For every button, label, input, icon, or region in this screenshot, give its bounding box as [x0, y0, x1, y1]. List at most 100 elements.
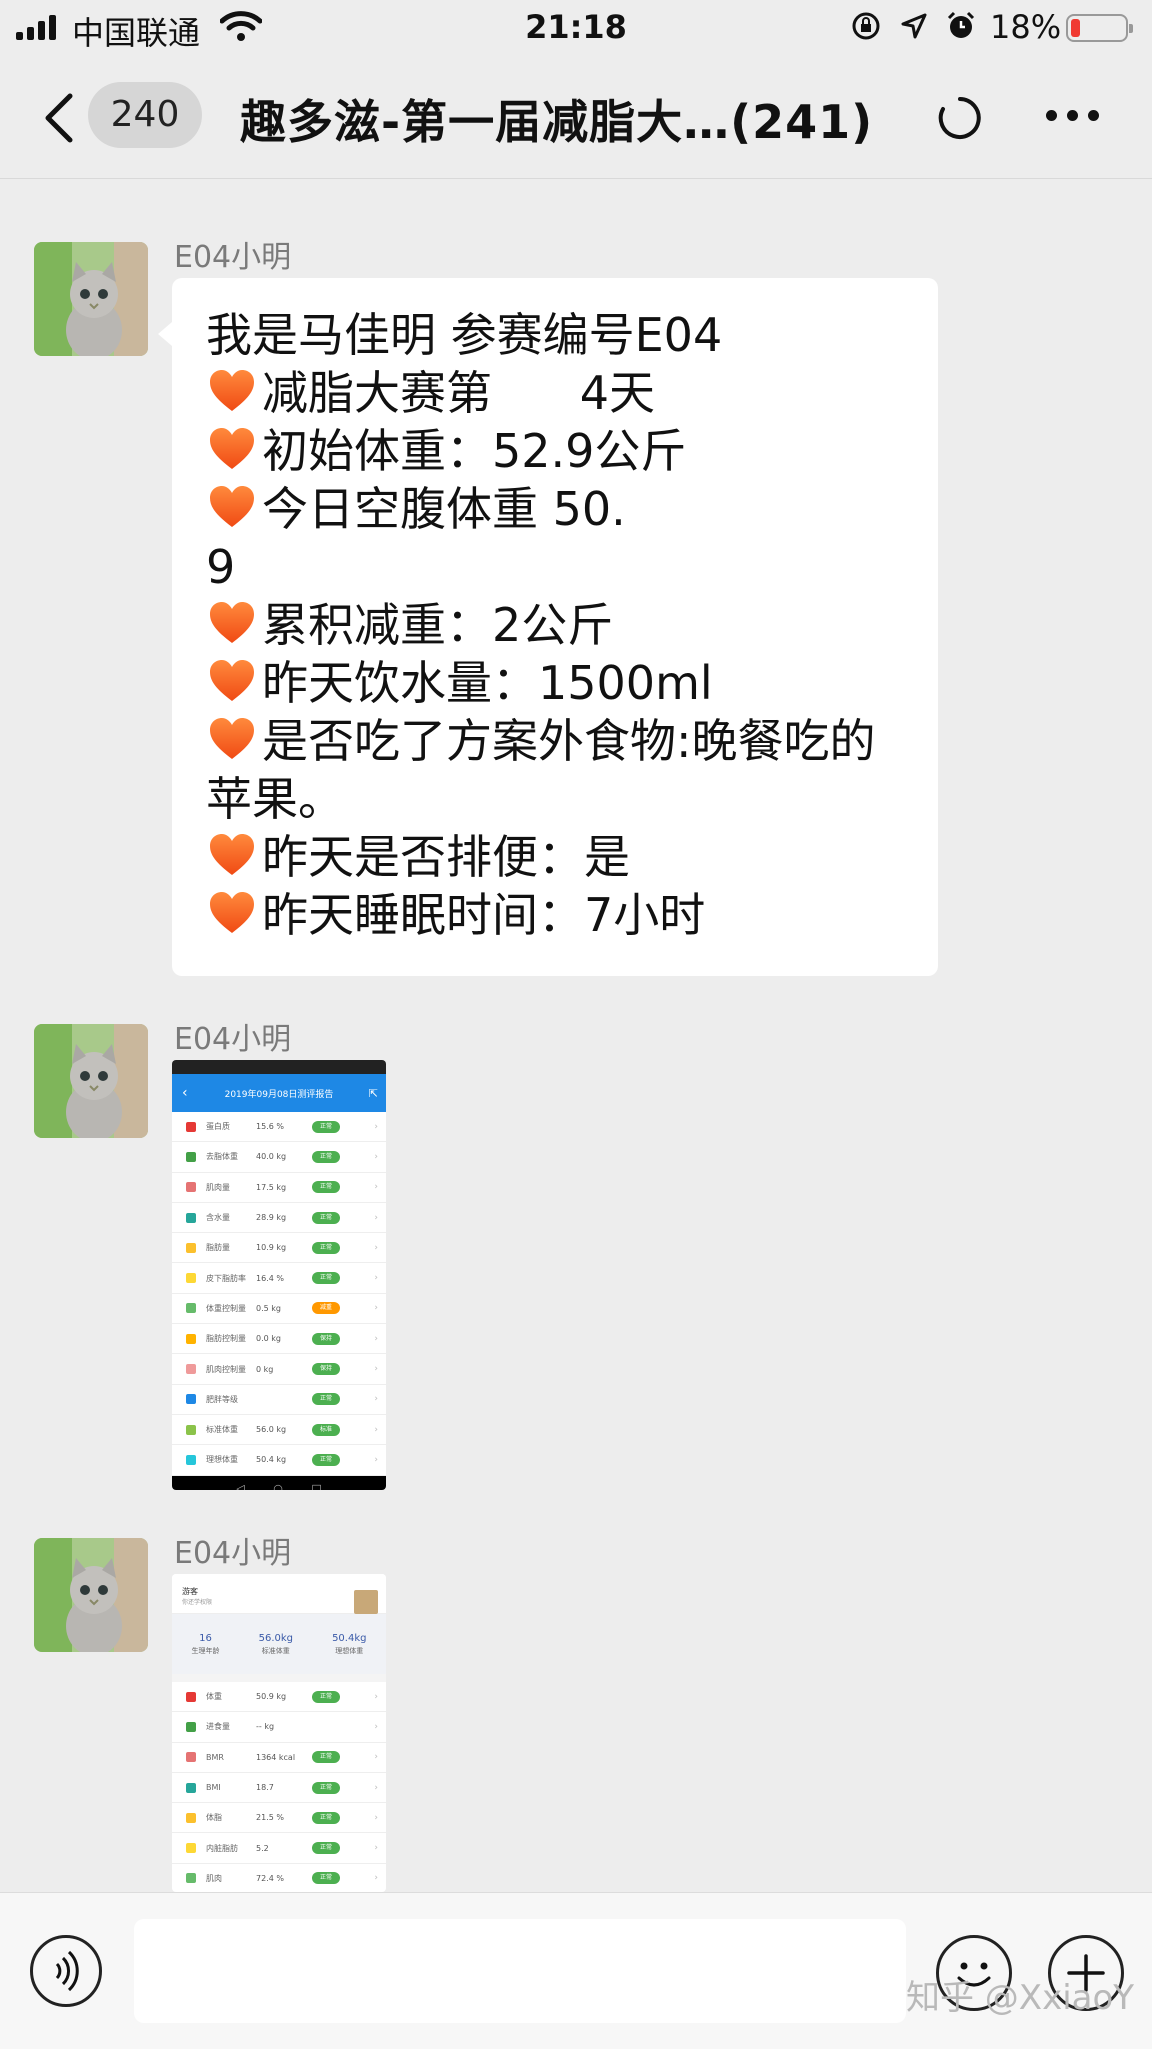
metric-name: 体脂: [206, 1813, 222, 1823]
avatar[interactable]: [34, 1024, 148, 1138]
nav-recent-icon: □: [311, 1482, 322, 1490]
metric-value: 17.5 kg: [256, 1182, 287, 1192]
report-row: BMI 18.7 正常 ›: [172, 1773, 386, 1804]
metric-value: 50.9 kg: [256, 1692, 287, 1702]
metric-value: 0.5 kg: [256, 1303, 281, 1313]
message-input[interactable]: [134, 1919, 906, 2023]
heart-emoji-icon: [206, 887, 258, 939]
chevron-right-icon: ›: [374, 1691, 378, 1702]
chevron-right-icon: ›: [374, 1121, 378, 1132]
metric-icon: [186, 1364, 196, 1375]
chevron-right-icon: ›: [374, 1212, 378, 1223]
message-line-text: 昨天是否排便：是: [262, 830, 630, 884]
message-line-text: 昨天睡眠时间：7小时: [262, 888, 706, 942]
metric-name: 脂肪量: [206, 1243, 230, 1253]
metric-name: 蛋白质: [206, 1122, 230, 1132]
stats-row: 16 生理年龄 56.0kg 标准体重 50.4kg 理想体重: [172, 1614, 386, 1674]
message-line: 昨天饮水量：1500ml: [206, 654, 904, 712]
chevron-right-icon: ›: [374, 1782, 378, 1793]
status-badge: 正常: [312, 1181, 340, 1194]
metric-value: 15.6 %: [256, 1122, 284, 1132]
avatar[interactable]: [34, 242, 148, 356]
chevron-left-icon: ‹: [182, 1085, 188, 1101]
metric-value: 16.4 %: [256, 1273, 284, 1283]
metric-name: 标准体重: [206, 1425, 238, 1435]
image-message[interactable]: 游客 你还学权限 16 生理年龄 56.0kg 标准体重 50.4kg 理想体重 体重 50…: [172, 1574, 386, 1892]
metric-name: 肌肉量: [206, 1182, 230, 1192]
metric-icon: [186, 1151, 196, 1162]
voice-input-button[interactable]: [30, 1935, 102, 2007]
metric-icon: [186, 1691, 196, 1702]
status-badge: 正常: [312, 1241, 340, 1254]
message-line-text: 苹果。: [206, 772, 344, 826]
chevron-left-icon: [45, 93, 73, 143]
status-badge: 正常: [312, 1781, 340, 1794]
avatar[interactable]: [34, 1538, 148, 1652]
metric-name: 肌肉: [206, 1873, 222, 1883]
phone-nav-bar: ◁ ○ □: [172, 1475, 386, 1490]
status-badge: 正常: [312, 1150, 340, 1163]
report-row: 肌肉 72.4 % 正常 ›: [172, 1864, 386, 1892]
stat-label: 标准体重: [261, 1646, 290, 1655]
metric-icon: [186, 1273, 196, 1284]
status-badge: 正常: [312, 1811, 340, 1824]
location-icon: [900, 12, 928, 44]
metric-icon: [186, 1242, 196, 1253]
report-row: 进食量 -- kg ›: [172, 1712, 386, 1743]
metric-icon: [186, 1843, 196, 1854]
status-badge: 正常: [312, 1690, 340, 1703]
chevron-right-icon: ›: [374, 1812, 378, 1823]
report-header: ‹ 2019年09月08日测评报告 ⇱: [172, 1074, 386, 1112]
metric-value: 28.9 kg: [256, 1213, 287, 1223]
chevron-right-icon: ›: [374, 1151, 378, 1162]
report-row: 肌肉量 17.5 kg 正常 ›: [172, 1173, 386, 1203]
chat-header: 240 趣多滋-第一届减脂大…(241): [0, 58, 1152, 179]
cat-avatar-image: [34, 1538, 148, 1652]
heart-emoji-icon: [206, 829, 258, 881]
report-title: 2019年09月08日测评报告: [224, 1089, 334, 1100]
more-options-button[interactable]: [1046, 110, 1099, 121]
metric-value: 50.4 kg: [256, 1455, 287, 1465]
message-line: 是否吃了方案外食物:晚餐吃的: [206, 712, 904, 770]
heart-emoji-icon: [206, 713, 258, 765]
message-line: 9: [206, 538, 904, 596]
metric-value: 72.4 %: [256, 1873, 284, 1883]
chevron-right-icon: ›: [374, 1182, 378, 1193]
chevron-right-icon: ›: [374, 1333, 378, 1344]
message-line: 苹果。: [206, 770, 904, 828]
message-line: 今日空腹体重 50.: [206, 480, 904, 538]
status-badge: 正常: [312, 1120, 340, 1133]
metric-value: 1364 kcal: [256, 1752, 296, 1762]
text-message-bubble[interactable]: 我是马佳明 参赛编号E04 减脂大赛第 4天 初始体重：52.9公斤 今日空腹体重 5…: [158, 278, 938, 976]
metric-value: 0.0 kg: [256, 1334, 281, 1344]
chevron-right-icon: ›: [374, 1752, 378, 1763]
report-row: 标准体重 56.0 kg 标准 ›: [172, 1415, 386, 1446]
share-icon: ⇱: [368, 1086, 378, 1100]
metric-value: 5.2: [256, 1843, 269, 1853]
voice-icon: [55, 1950, 79, 1992]
status-badge: 正常: [312, 1453, 340, 1466]
refresh-button[interactable]: [938, 96, 982, 140]
chevron-right-icon: ›: [374, 1242, 378, 1253]
metric-icon: [186, 1721, 196, 1732]
chevron-right-icon: ›: [374, 1364, 378, 1375]
chevron-right-icon: ›: [374, 1273, 378, 1284]
nav-back-icon: ◁: [236, 1482, 245, 1490]
metric-value: 21.5 %: [256, 1813, 284, 1823]
heart-emoji-icon: [206, 481, 258, 533]
unread-count-badge[interactable]: 240: [88, 82, 202, 148]
report-row: 内脏脂肪 5.2 正常 ›: [172, 1833, 386, 1864]
metric-icon: [186, 1873, 196, 1884]
message-line-text: 初始体重：52.9公斤: [262, 424, 687, 478]
image-message[interactable]: ‹ 2019年09月08日测评报告 ⇱ 蛋白质 15.6 % 正常 › 去脂体重 40.0…: [172, 1060, 386, 1490]
loading-circle-icon: [938, 97, 981, 139]
message-line-text: 昨天饮水量：1500ml: [262, 656, 713, 710]
phone-status-strip: [172, 1060, 386, 1074]
sender-name: E04小明: [174, 240, 292, 275]
metric-icon: [186, 1212, 196, 1223]
sender-name: E04小明: [174, 1536, 292, 1571]
metric-name: 肌肉控制量: [206, 1364, 246, 1374]
metric-name: 含水量: [206, 1213, 230, 1223]
status-badge: 保持: [312, 1332, 340, 1345]
back-button[interactable]: [40, 90, 80, 146]
